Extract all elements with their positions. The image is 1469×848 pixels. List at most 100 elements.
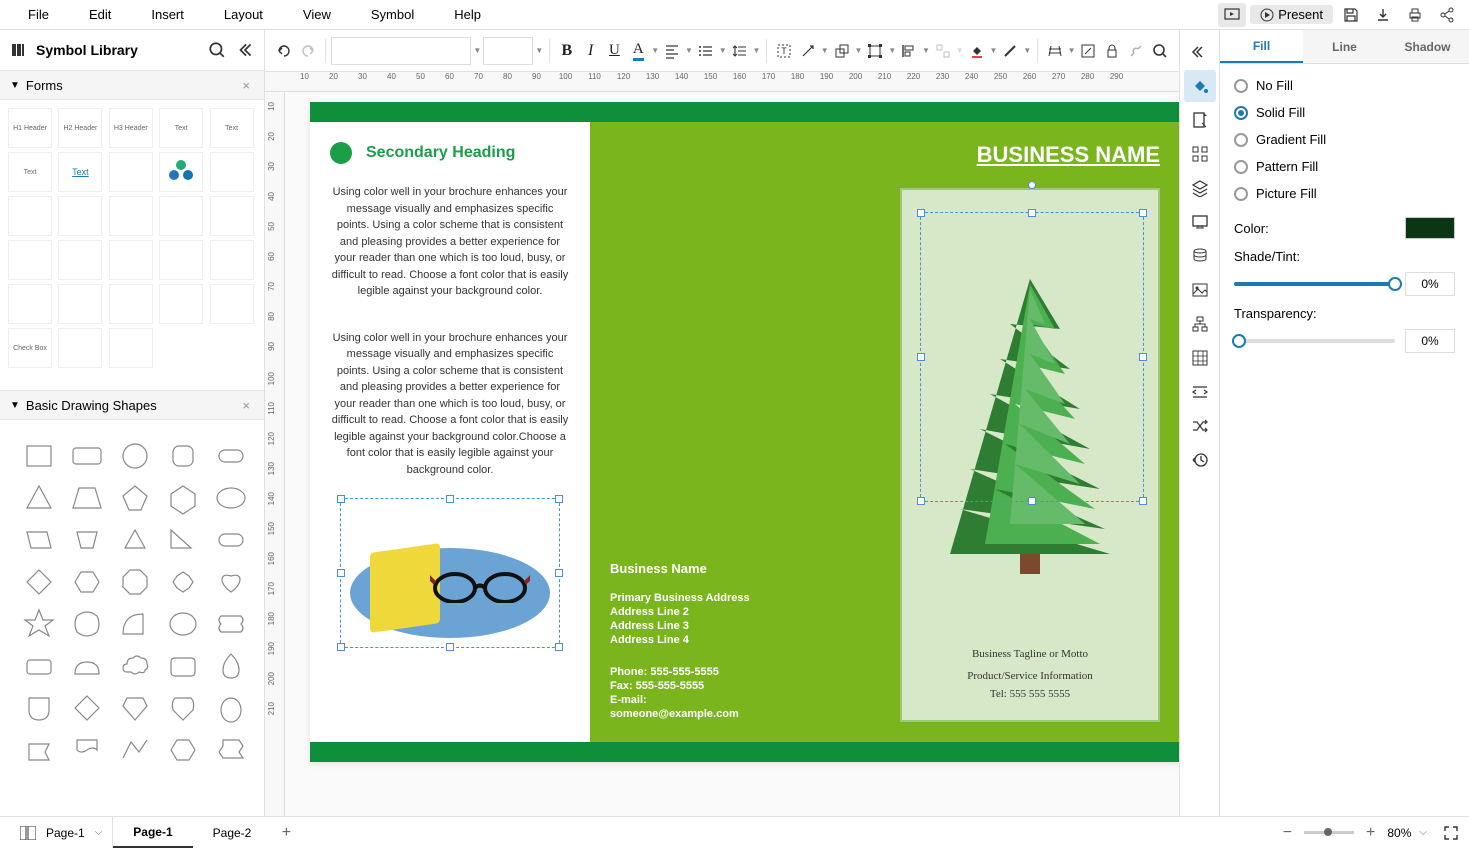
shape-item[interactable] [162,648,204,684]
form-thumb[interactable] [58,328,102,368]
slideshow-icon[interactable] [1218,3,1246,27]
search-button[interactable] [1149,35,1171,67]
shape-item[interactable] [114,732,156,768]
zoom-value[interactable]: 80% [1387,826,1411,840]
tab-line[interactable]: Line [1303,30,1386,63]
radio-gradient-fill[interactable]: Gradient Fill [1234,132,1455,147]
shape-item[interactable] [66,480,108,516]
chevron-down-icon[interactable]: ⌵ [1419,827,1427,838]
menu-layout[interactable]: Layout [204,7,283,22]
spacing-tool-icon[interactable] [1184,376,1216,408]
connector-button[interactable] [797,35,819,67]
illustration[interactable] [350,508,550,638]
group-button[interactable] [864,35,886,67]
form-thumb[interactable] [109,284,153,324]
line-color-button[interactable] [999,35,1021,67]
fullscreen-icon[interactable] [1443,825,1459,841]
shape-item[interactable] [18,606,60,642]
chevron-down-icon[interactable]: ⌵ [95,827,103,838]
shape-item[interactable] [66,690,108,726]
italic-button[interactable]: I [580,35,602,67]
shape-item[interactable] [162,732,204,768]
close-section-icon[interactable]: × [238,78,254,93]
secondary-heading[interactable]: Secondary Heading [366,144,515,162]
zoom-slider[interactable] [1304,831,1354,834]
fax[interactable]: Fax: 555-555-5555 [610,680,860,692]
body-text-1[interactable]: Using color well in your brochure enhanc… [330,184,570,300]
font-family-select[interactable] [331,37,471,65]
menu-edit[interactable]: Edit [69,7,131,22]
undo-button[interactable] [273,35,295,67]
shape-item[interactable] [18,648,60,684]
share-icon[interactable] [1433,3,1461,27]
tab-shadow[interactable]: Shadow [1386,30,1469,63]
page-tool-icon[interactable] [1184,104,1216,136]
page-tab-2[interactable]: Page-2 [193,817,272,848]
shape-item[interactable] [66,648,108,684]
form-thumb[interactable] [8,240,52,280]
form-thumb[interactable] [109,240,153,280]
form-thumb[interactable]: Text [210,108,254,148]
form-thumb[interactable]: Text [8,152,52,192]
same-size-button[interactable] [932,35,954,67]
layers-button[interactable] [831,35,853,67]
shape-item[interactable] [162,480,204,516]
tab-fill[interactable]: Fill [1220,30,1303,63]
form-thumb[interactable]: H3 Header [109,108,153,148]
expand-panel-icon[interactable] [1184,36,1216,68]
form-thumb[interactable] [109,328,153,368]
shape-item[interactable] [114,564,156,600]
present-button[interactable]: Present [1250,5,1333,24]
hierarchy-tool-icon[interactable] [1184,308,1216,340]
dropdown-icon[interactable]: ▼ [535,46,543,55]
form-thumb[interactable] [210,284,254,324]
fill-color-button[interactable] [966,35,988,67]
radio-picture-fill[interactable]: Picture Fill [1234,186,1455,201]
menu-view[interactable]: View [283,7,351,22]
shapes-section-header[interactable]: ▼ Basic Drawing Shapes × [0,390,264,420]
shape-item[interactable] [210,564,252,600]
print-icon[interactable] [1401,3,1429,27]
addr-primary[interactable]: Primary Business Address [610,592,860,604]
business-name-small[interactable]: Business Name [610,561,860,576]
email-label[interactable]: E-mail: [610,694,860,706]
radio-pattern-fill[interactable]: Pattern Fill [1234,159,1455,174]
shade-slider[interactable] [1234,282,1395,286]
shape-item[interactable] [210,522,252,558]
canvas[interactable]: Secondary Heading Using color well in yo… [285,92,1179,816]
shuffle-tool-icon[interactable] [1184,410,1216,442]
close-section-icon[interactable]: × [238,398,254,413]
menu-file[interactable]: File [8,7,69,22]
shape-item[interactable] [114,438,156,474]
shape-item[interactable] [162,690,204,726]
font-size-select[interactable] [483,37,533,65]
shape-item[interactable] [66,606,108,642]
align-left-button[interactable] [661,35,683,67]
quick-style-button[interactable] [1044,35,1066,67]
text-box-button[interactable]: T [773,35,795,67]
tree-card[interactable]: Business Tagline or Motto Product/Servic… [900,188,1160,722]
menu-help[interactable]: Help [434,7,501,22]
database-tool-icon[interactable] [1184,240,1216,272]
form-thumb[interactable] [8,196,52,236]
lock-button[interactable] [1101,35,1123,67]
form-thumb[interactable] [159,196,203,236]
form-thumb[interactable]: Check Box [8,328,52,368]
form-thumb[interactable]: Text [159,108,203,148]
list-button[interactable] [695,35,717,67]
tagline-2[interactable]: Product/Service Information [967,670,1093,682]
shape-item[interactable] [66,564,108,600]
align-button[interactable] [898,35,920,67]
collapse-sidebar-icon[interactable] [236,41,254,59]
form-thumb[interactable] [159,284,203,324]
shape-item[interactable] [114,522,156,558]
form-thumb[interactable] [109,196,153,236]
search-icon[interactable] [208,41,226,59]
transparency-slider[interactable] [1234,339,1395,343]
tools-button[interactable] [1125,35,1147,67]
form-thumb[interactable] [210,152,254,192]
business-name-big[interactable]: BUSINESS NAME [900,142,1160,168]
shape-item[interactable] [162,438,204,474]
line-spacing-button[interactable] [729,35,751,67]
shape-item[interactable] [210,690,252,726]
